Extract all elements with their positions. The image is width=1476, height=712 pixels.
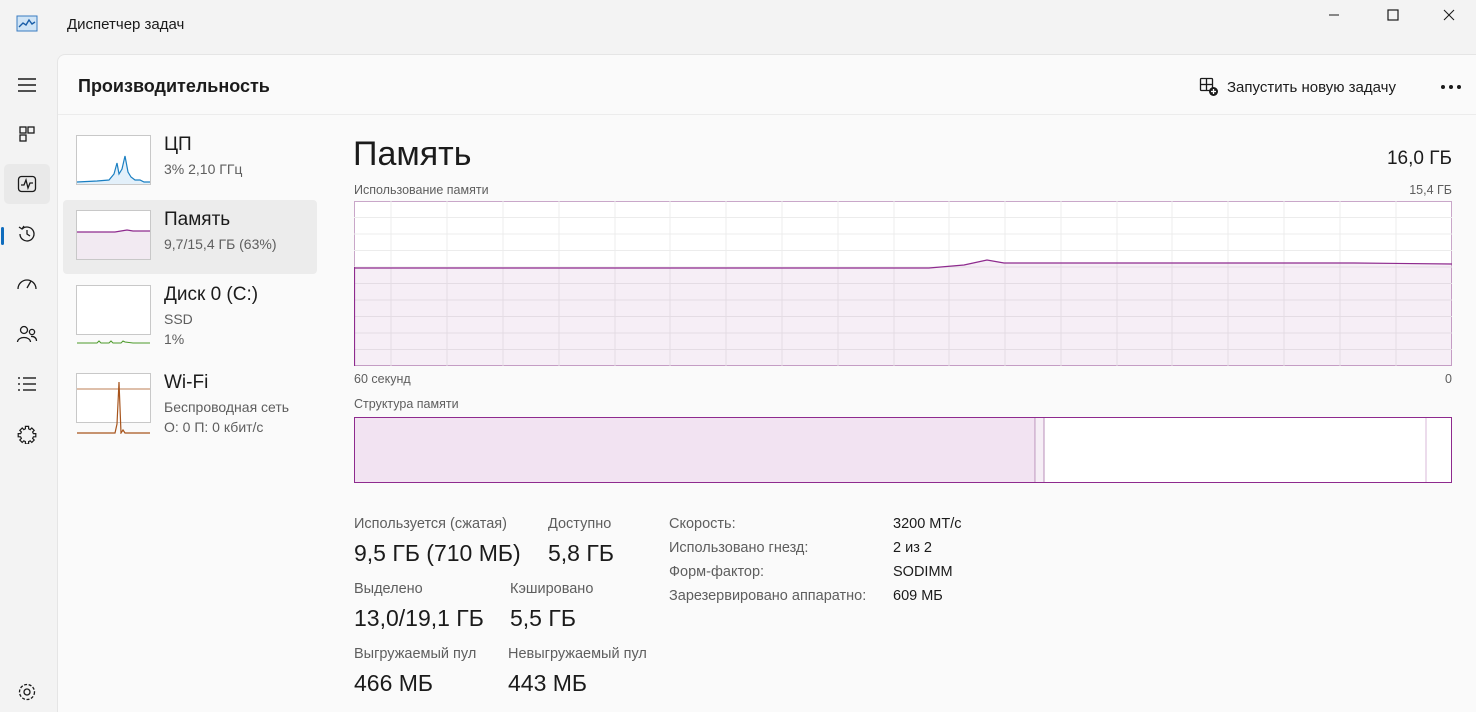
- spec-speed-value: 3200 МТ/с: [893, 516, 962, 532]
- close-icon: [1443, 9, 1455, 21]
- nav-users[interactable]: [4, 314, 50, 354]
- menu-icon: [18, 78, 36, 92]
- graph-time-start: 60 секунд: [354, 372, 411, 386]
- stat-committed-label: Выделено: [354, 581, 423, 597]
- nav-menu-button[interactable]: [4, 65, 50, 105]
- nav-details[interactable]: [4, 364, 50, 404]
- stat-committed-value: 13,0/19,1 ГБ: [354, 605, 484, 631]
- title-bar: Диспетчер задач: [0, 0, 1476, 52]
- settings-icon: [18, 683, 36, 701]
- nav-services[interactable]: [4, 414, 50, 454]
- details-icon: [18, 377, 36, 391]
- stat-cached-label: Кэшировано: [510, 581, 594, 597]
- spec-form-factor-value: SODIMM: [893, 564, 953, 580]
- close-button[interactable]: [1420, 0, 1476, 30]
- disk-mini-graph: [76, 285, 151, 344]
- resource-cpu[interactable]: ЦП 3% 2,10 ГГц: [63, 125, 317, 199]
- usage-graph-label: Использование памяти: [354, 183, 489, 197]
- resource-memory[interactable]: Память 9,7/15,4 ГБ (63%): [63, 200, 317, 274]
- maximize-button[interactable]: [1364, 0, 1422, 30]
- stat-nonpaged-pool-value: 443 МБ: [508, 670, 588, 696]
- wifi-mini-graph: [76, 373, 151, 435]
- stat-in-use-label: Используется (сжатая): [354, 516, 507, 532]
- spec-reserved-label: Зарезервировано аппаратно:: [669, 588, 867, 604]
- users-icon: [16, 325, 38, 343]
- nav-settings[interactable]: [4, 672, 50, 712]
- resource-detail: SSD: [164, 311, 193, 327]
- performance-panel: Производительность Запустить новую задач…: [57, 54, 1476, 712]
- resource-detail-2: 1%: [164, 331, 185, 347]
- run-new-task-label: Запустить новую задачу: [1227, 78, 1396, 96]
- spec-slots-value: 2 из 2: [893, 540, 932, 556]
- nav-app-history[interactable]: [4, 214, 50, 254]
- resource-detail: 3% 2,10 ГГц: [164, 161, 243, 177]
- total-memory: 16,0 ГБ: [1386, 148, 1452, 169]
- startup-apps-icon: [17, 279, 37, 290]
- stat-nonpaged-pool-label: Невыгружаемый пул: [508, 646, 647, 662]
- stat-paged-pool-value: 466 МБ: [354, 670, 434, 696]
- minimize-button[interactable]: [1305, 0, 1363, 30]
- graph-time-end: 0: [1445, 372, 1452, 386]
- nav-startup-apps[interactable]: [4, 264, 50, 304]
- maximize-icon: [1387, 9, 1399, 21]
- spec-speed-label: Скорость:: [669, 516, 736, 532]
- page-title: Производительность: [78, 76, 270, 96]
- resource-name: ЦП: [164, 134, 192, 155]
- performance-icon: [17, 175, 37, 193]
- resource-name: Диск 0 (C:): [164, 284, 259, 305]
- resource-detail-2: О: 0 П: 0 кбит/с: [164, 419, 264, 435]
- window-title: Диспетчер задач: [67, 16, 185, 33]
- spec-reserved-value: 609 МБ: [893, 588, 943, 604]
- nav-performance[interactable]: [4, 164, 50, 204]
- services-icon: [17, 425, 37, 444]
- detail-title: Память: [353, 135, 472, 173]
- stat-paged-pool-label: Выгружаемый пул: [354, 646, 477, 662]
- task-manager-app-icon: [16, 14, 38, 34]
- stat-available-label: Доступно: [548, 516, 612, 532]
- processes-icon: [19, 126, 35, 142]
- minimize-icon: [1329, 14, 1339, 16]
- spec-slots-label: Использовано гнезд:: [669, 540, 809, 556]
- resource-wifi[interactable]: Wi-Fi Беспроводная сеть О: 0 П: 0 кбит/с: [63, 363, 317, 437]
- page-header: Производительность Запустить новую задач…: [58, 55, 1476, 115]
- resource-detail: Беспроводная сеть: [164, 399, 290, 415]
- resource-name: Wi-Fi: [164, 372, 209, 393]
- resource-detail: 9,7/15,4 ГБ (63%): [164, 236, 277, 252]
- stat-in-use-value: 9,5 ГБ (710 МБ): [354, 540, 521, 566]
- usage-graph-max: 15,4 ГБ: [1409, 183, 1452, 197]
- new-task-icon: [1199, 77, 1218, 96]
- memory-usage-graph: [353, 201, 1453, 366]
- more-icon: [1441, 85, 1461, 89]
- stat-available-value: 5,8 ГБ: [548, 540, 614, 566]
- spec-form-factor-label: Форм-фактор:: [669, 564, 765, 580]
- resource-name: Память: [164, 209, 231, 230]
- cpu-mini-graph: [76, 135, 151, 185]
- more-options-button[interactable]: [1436, 75, 1466, 99]
- structure-label: Структура памяти: [354, 397, 459, 411]
- navigation-rail: [0, 52, 56, 712]
- memory-mini-graph: [76, 210, 151, 260]
- memory-structure-bar: [354, 417, 1452, 483]
- nav-processes[interactable]: [4, 114, 50, 154]
- stat-cached-value: 5,5 ГБ: [510, 605, 576, 631]
- run-new-task-button[interactable]: Запустить новую задачу: [1199, 75, 1396, 99]
- app-history-icon: [18, 225, 35, 242]
- resource-disk[interactable]: Диск 0 (C:) SSD 1%: [63, 275, 317, 349]
